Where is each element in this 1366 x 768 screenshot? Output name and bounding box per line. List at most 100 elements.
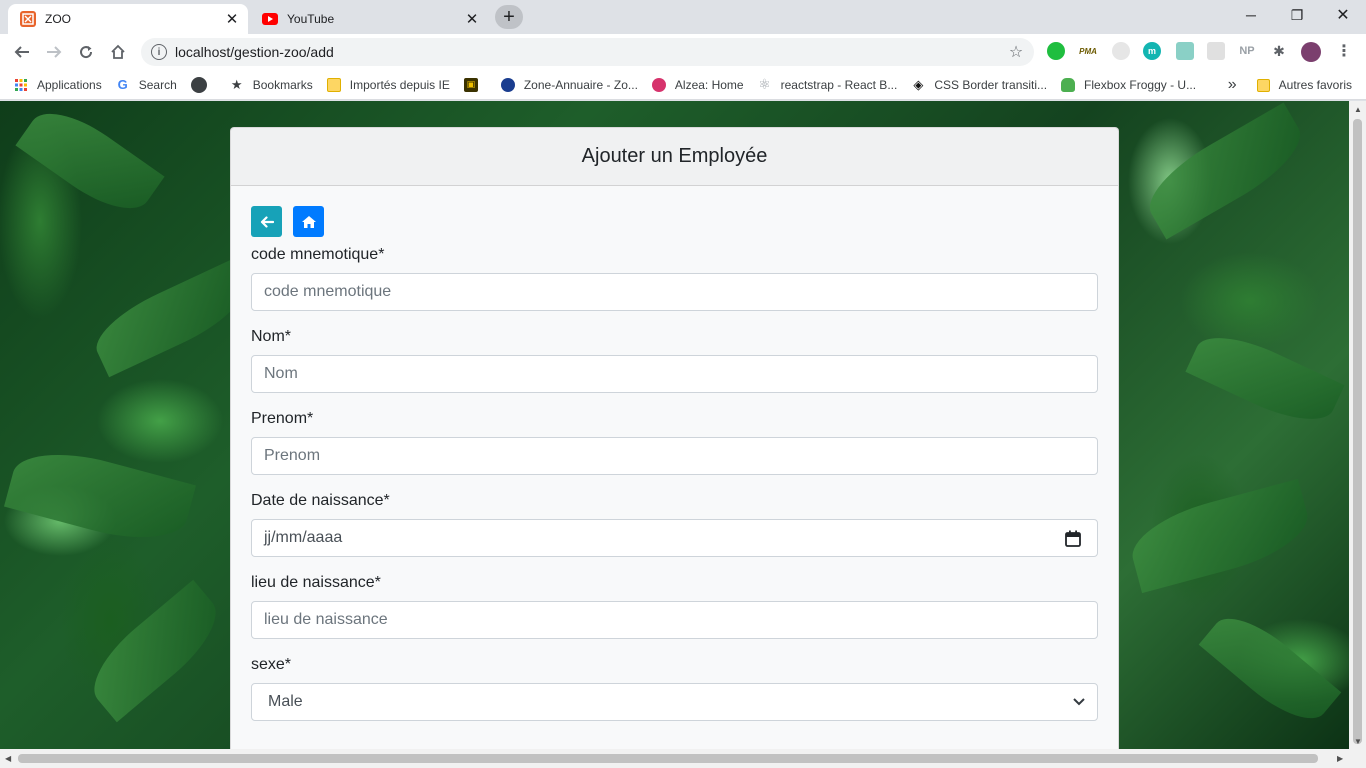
bookmark-alzea[interactable]: Alzea: Home (651, 77, 744, 92)
other-bookmarks-link[interactable]: Autres favoris (1279, 78, 1352, 92)
globe-icon (500, 77, 515, 92)
bookmark-label: Flexbox Froggy - U... (1084, 77, 1197, 92)
bookmark-bookmarks[interactable]: ★ Bookmarks (230, 77, 313, 92)
minimize-icon[interactable]: ─ (1228, 0, 1274, 30)
alzea-icon (651, 77, 666, 92)
bookmark-label: Importés depuis IE (349, 77, 450, 92)
bookmark-label: CSS Border transiti... (934, 77, 1048, 92)
background-leaf (4, 438, 196, 554)
field-nom: Nom* Nom (251, 327, 1098, 393)
bookmark-applications[interactable]: Applications (14, 78, 102, 92)
bookmark-label: Bookmarks (252, 77, 313, 92)
bookmark-reactstrap[interactable]: ⚛ reactstrap - React B... (758, 76, 898, 92)
nom-label: Nom* (251, 328, 292, 345)
chevron-down-icon (1073, 698, 1085, 706)
date-naissance-label: Date de naissance* (251, 492, 390, 509)
tab-youtube[interactable]: YouTube ✕ (250, 4, 488, 34)
apps-grid-icon (14, 78, 28, 92)
tab-zoo[interactable]: ZOO ✕ (8, 4, 248, 34)
bookmark-circle[interactable] (190, 76, 216, 93)
reload-icon[interactable] (72, 38, 100, 66)
scroll-up-icon[interactable]: ▲ (1354, 105, 1362, 114)
vertical-scroll-thumb[interactable] (1353, 119, 1362, 744)
card-title: Ajouter un Employée (231, 128, 1118, 186)
sexe-select[interactable]: Male (251, 683, 1098, 721)
browser-toolbar: i localhost/gestion-zoo/add ☆ (0, 34, 1366, 70)
bookmark-label: reactstrap - React B... (780, 77, 898, 92)
add-employee-card: Ajouter un Employée code mnemotique* cod… (230, 127, 1119, 749)
field-prenom: Prenom* Prenom (251, 409, 1098, 475)
bookmark-css-border[interactable]: ◈ CSS Border transiti... (911, 77, 1048, 92)
sexe-selected-value: Male (268, 693, 303, 710)
scroll-right-icon[interactable]: ▶ (1337, 754, 1343, 763)
page-viewport: Ajouter un Employée code mnemotique* cod… (0, 101, 1349, 749)
bookmark-star-icon[interactable]: ☆ (1002, 42, 1030, 62)
horizontal-scroll-thumb[interactable] (18, 754, 1318, 763)
back-button[interactable] (251, 206, 282, 237)
extension-light-icon[interactable] (1207, 42, 1225, 60)
nom-input[interactable]: Nom (251, 355, 1098, 393)
background-leaf (1185, 321, 1345, 436)
background-leaf (1136, 102, 1314, 240)
code-mnemotique-label: code mnemotique* (251, 246, 385, 263)
google-icon: G (117, 77, 128, 92)
circle-icon (190, 76, 207, 93)
background-leaf (1198, 602, 1342, 735)
tab-title: ZOO (45, 12, 71, 26)
bookmark-flexbox-froggy[interactable]: Flexbox Froggy - U... (1061, 77, 1197, 92)
home-button[interactable] (293, 206, 324, 237)
extension-eyedropper-icon[interactable] (1176, 42, 1194, 60)
background-leaf (85, 259, 255, 378)
extension-green-icon[interactable] (1047, 42, 1065, 60)
bookmark-label: Applications (37, 77, 102, 92)
bookmarks-right: » Autres favoris (1228, 70, 1352, 100)
bookmark-label: Alzea: Home (674, 77, 744, 92)
frog-icon (1061, 77, 1076, 92)
phpmyadmin-extension-icon[interactable]: PMA (1079, 42, 1097, 60)
profile-avatar[interactable] (1301, 42, 1321, 62)
arrow-left-icon (260, 215, 274, 228)
field-sexe: sexe* Male (251, 655, 1098, 721)
tab-title: YouTube (287, 12, 335, 26)
vertical-scrollbar[interactable]: ▲ ▼ (1349, 101, 1366, 749)
horizontal-scrollbar[interactable]: ◀ ▶ (0, 749, 1366, 768)
bookmark-search[interactable]: G Search (116, 77, 177, 92)
back-arrow-icon[interactable] (8, 38, 36, 66)
scroll-left-icon[interactable]: ◀ (5, 754, 11, 763)
bookmarks-overflow-button[interactable]: » (1228, 76, 1237, 94)
react-icon: ⚛ (758, 76, 771, 92)
bookmark-importes-ie[interactable]: Importés depuis IE (326, 77, 450, 92)
extension-grey-icon[interactable] (1112, 42, 1130, 60)
close-tab-icon[interactable]: ✕ (222, 9, 242, 29)
close-tab-icon[interactable]: ✕ (462, 9, 482, 29)
address-bar[interactable]: i localhost/gestion-zoo/add ☆ (141, 38, 1034, 66)
lieu-naissance-input[interactable]: lieu de naissance (251, 601, 1098, 639)
forward-arrow-icon[interactable] (40, 38, 68, 66)
sexe-label: sexe* (251, 656, 292, 673)
site-info-icon[interactable]: i (151, 44, 167, 60)
youtube-favicon-icon (262, 11, 278, 27)
chrome-menu-icon[interactable]: ⋮ (1335, 42, 1353, 60)
background-leaf (78, 579, 232, 723)
code-mnemotique-input[interactable]: code mnemotique (251, 273, 1098, 311)
bookmark-site[interactable]: ▣ (463, 77, 487, 92)
background-leaf (1124, 478, 1316, 594)
date-naissance-input[interactable]: jj/mm/aaaa (251, 519, 1098, 557)
extensions-puzzle-icon[interactable]: ✱ (1270, 42, 1288, 60)
bookmark-label: Zone-Annuaire - Zo... (523, 77, 638, 92)
home-icon[interactable] (104, 38, 132, 66)
close-window-icon[interactable]: ✕ (1320, 0, 1366, 30)
prenom-input[interactable]: Prenom (251, 437, 1098, 475)
lieu-naissance-label: lieu de naissance* (251, 574, 381, 591)
new-tab-button[interactable]: + (495, 5, 523, 29)
field-code-mnemotique: code mnemotique* code mnemotique (251, 245, 1098, 311)
calendar-icon[interactable] (1065, 530, 1081, 547)
bookmarks-bar: Applications G Search ★ Bookmarks Import… (0, 70, 1366, 100)
bookmark-zone-annuaire[interactable]: Zone-Annuaire - Zo... (500, 77, 638, 92)
extension-teal-icon[interactable]: m (1143, 42, 1161, 60)
site-icon: ▣ (463, 77, 478, 92)
field-date-naissance: Date de naissance* jj/mm/aaaa (251, 491, 1098, 557)
restore-icon[interactable]: ❐ (1274, 0, 1320, 30)
scroll-down-icon[interactable]: ▼ (1354, 737, 1362, 746)
np-extension-icon[interactable]: NP (1238, 42, 1256, 60)
